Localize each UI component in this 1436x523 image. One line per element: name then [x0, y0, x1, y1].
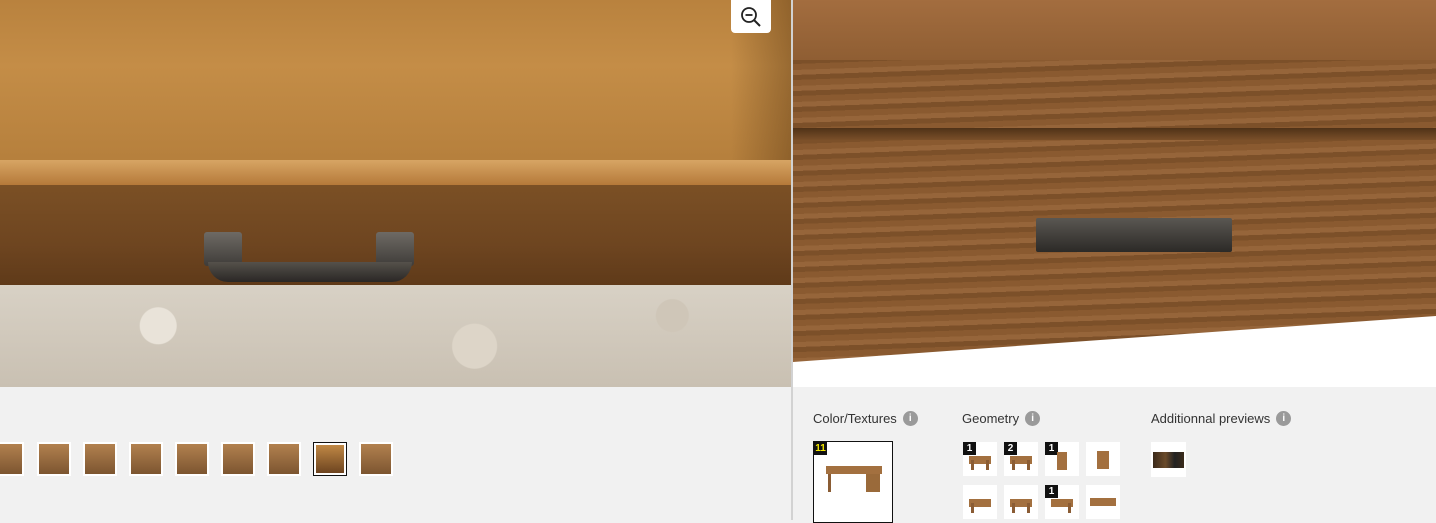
count-badge: 1	[1045, 485, 1058, 498]
additional-preview-item[interactable]	[1151, 442, 1186, 477]
info-icon[interactable]: i	[1025, 411, 1041, 426]
thumbnail[interactable]	[175, 442, 209, 476]
color-texture-card-selected[interactable]: 11	[813, 441, 893, 523]
thumbnail[interactable]	[83, 442, 117, 476]
section-title-additional-previews: Additionnal previews i	[1151, 411, 1292, 426]
geometry-item[interactable]	[1086, 485, 1120, 519]
geometry-item[interactable]: 1	[1045, 442, 1079, 476]
zoom-out-button[interactable]	[731, 0, 771, 33]
thumbnail-selected[interactable]	[313, 442, 347, 476]
geometry-item[interactable]: 2	[1004, 442, 1038, 476]
zoom-out-icon	[741, 6, 761, 27]
main-preview-image-right[interactable]	[793, 0, 1436, 387]
thumbnail[interactable]	[267, 442, 301, 476]
count-badge: 2	[1004, 442, 1017, 455]
thumbnail[interactable]	[359, 442, 393, 476]
geometry-item[interactable]	[1086, 442, 1120, 476]
section-label: Geometry	[962, 411, 1020, 426]
drawer-seam	[793, 128, 1436, 140]
thumbnail[interactable]	[37, 442, 71, 476]
section-label: Additionnal previews	[1151, 411, 1271, 426]
geometry-item[interactable]: 1	[963, 442, 997, 476]
geometry-item[interactable]: 1	[1045, 485, 1079, 519]
count-badge: 1	[963, 442, 976, 455]
thumbnail[interactable]	[221, 442, 255, 476]
thumbnail-strip	[0, 442, 791, 478]
rug	[0, 285, 791, 387]
section-title-geometry: Geometry i	[962, 411, 1041, 426]
info-icon[interactable]: i	[902, 411, 918, 426]
section-label: Color/Textures	[813, 411, 897, 426]
geometry-item[interactable]	[963, 485, 997, 519]
main-preview-image-left[interactable]	[0, 0, 791, 387]
desk-top-edge	[793, 0, 1436, 60]
thumbnail[interactable]	[0, 442, 24, 476]
count-badge: 11	[814, 442, 827, 455]
thumbnail[interactable]	[129, 442, 163, 476]
drawer-pull-handle	[204, 232, 416, 290]
geometry-item[interactable]	[1004, 485, 1038, 519]
drawer-interior	[0, 0, 791, 165]
section-title-color-textures: Color/Textures i	[813, 411, 918, 426]
drawer-rim	[0, 160, 791, 186]
drawer-handle	[1036, 212, 1232, 252]
info-icon[interactable]: i	[1276, 411, 1292, 426]
